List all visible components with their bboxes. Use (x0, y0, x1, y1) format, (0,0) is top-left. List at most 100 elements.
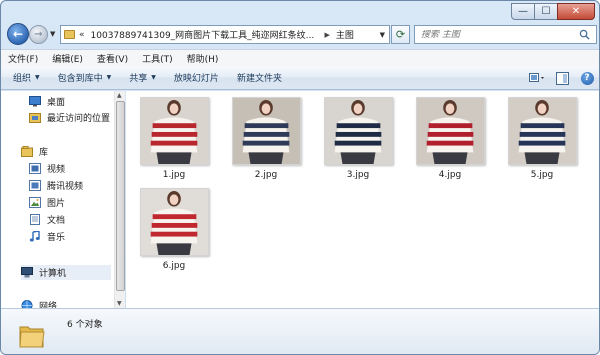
share-button[interactable]: 共享 ▼ (120, 71, 165, 84)
scroll-up-arrow-icon[interactable]: ▲ (117, 92, 122, 99)
command-bar: 组织 ▼ 包含到库中 ▼ 共享 ▼ 放映幻灯片 新建文件夹 ? (1, 66, 599, 90)
image-thumbnail (324, 97, 393, 165)
menu-help[interactable]: 帮助(H) (180, 52, 226, 65)
menu-tools[interactable]: 工具(T) (135, 52, 180, 65)
scrollbar-thumb[interactable] (116, 101, 125, 291)
nav-item-label: 音乐 (47, 233, 66, 243)
back-button[interactable]: ← (7, 23, 29, 45)
nav-item-label: 桌面 (47, 98, 66, 108)
organize-label: 组织 (13, 74, 32, 84)
nav-item-videos[interactable]: 视频 (29, 161, 65, 176)
help-button[interactable]: ? (579, 70, 595, 86)
file-item[interactable]: 3.jpg (322, 91, 394, 181)
nav-item-label: 计算机 (39, 269, 67, 279)
nav-item-documents[interactable]: 文档 (29, 212, 65, 227)
image-thumbnail (232, 97, 301, 165)
slideshow-button[interactable]: 放映幻灯片 (165, 71, 228, 84)
folder-icon (19, 326, 45, 348)
preview-pane-icon (555, 71, 569, 85)
desktop-icon (29, 96, 41, 107)
toolbar-right-group: ? (520, 70, 595, 86)
music-icon (29, 231, 40, 242)
chevron-down-icon: ▼ (35, 74, 40, 81)
navigation-scrollbar[interactable]: ▲ ▼ (114, 91, 125, 308)
recent-places-icon (29, 113, 41, 123)
nav-item-music[interactable]: 音乐 (29, 229, 65, 244)
nav-item-computer[interactable]: 计算机 (21, 265, 111, 280)
file-name: 2.jpg (254, 170, 278, 180)
image-thumbnail (508, 97, 577, 165)
window-controls: — ☐ ✕ (511, 3, 595, 20)
file-item[interactable]: 5.jpg (506, 91, 578, 181)
tencent-video-icon (29, 180, 41, 191)
slideshow-label: 放映幻灯片 (173, 74, 219, 84)
nav-item-label: 图片 (47, 199, 66, 209)
menu-edit[interactable]: 编辑(E) (45, 52, 90, 65)
file-item[interactable]: 6.jpg (138, 182, 210, 272)
menu-file[interactable]: 文件(F) (1, 52, 45, 65)
address-bar[interactable]: « 10037889741309_网商图片下载工具_纯迩网红条纹... ▶ 主图… (60, 25, 390, 44)
search-box[interactable] (414, 25, 597, 44)
nav-item-label: 文档 (47, 216, 66, 226)
close-button[interactable]: ✕ (557, 3, 595, 20)
details-pane: 6 个对象 (1, 308, 599, 354)
address-path-segment[interactable]: 10037889741309_网商图片下载工具_纯迩网红条纹... (91, 28, 321, 41)
image-thumbnail (416, 97, 485, 165)
nav-item-tencent-video[interactable]: 腾讯视频 (29, 178, 83, 193)
help-icon: ? (580, 71, 594, 85)
nav-item-libraries[interactable]: 库 (21, 144, 48, 159)
chevron-down-icon: ▼ (151, 74, 156, 81)
file-name: 5.jpg (530, 170, 554, 180)
preview-pane-button[interactable] (554, 70, 570, 86)
library-icon (21, 146, 33, 157)
file-name: 6.jpg (162, 261, 186, 271)
file-name: 4.jpg (438, 170, 462, 180)
file-item[interactable]: 2.jpg (230, 91, 302, 181)
forward-button[interactable]: → (29, 25, 48, 44)
nav-item-recent-places[interactable]: 最近访问的位置 (29, 110, 110, 125)
new-folder-label: 新建文件夹 (236, 74, 282, 84)
image-thumbnail (140, 97, 209, 165)
change-view-button[interactable] (529, 70, 545, 86)
arrow-right-icon: → (34, 29, 43, 40)
arrow-left-icon: ← (12, 27, 24, 41)
file-item[interactable]: 1.jpg (138, 91, 210, 181)
file-list: 1.jpg 2.jpg 3.jpg 4.jpg 5.jpg 6.jpg (126, 91, 599, 308)
address-history-dropdown[interactable]: ▼ (380, 31, 385, 39)
file-name: 3.jpg (346, 170, 370, 180)
nav-item-label: 库 (39, 148, 49, 158)
nav-item-network[interactable]: 网络 (21, 298, 57, 308)
address-separator-arrow[interactable]: ▶ (325, 31, 330, 39)
scroll-down-arrow-icon[interactable]: ▼ (117, 300, 122, 307)
documents-icon (30, 214, 40, 225)
organize-button[interactable]: 组织 ▼ (4, 71, 49, 84)
search-icon[interactable] (579, 29, 590, 40)
address-current-folder[interactable]: 主图 (336, 28, 354, 41)
file-item[interactable]: 4.jpg (414, 91, 486, 181)
refresh-button[interactable]: ⟳ (391, 25, 410, 44)
nav-item-desktop[interactable]: 桌面 (29, 94, 65, 109)
computer-icon (21, 267, 33, 278)
include-in-library-button[interactable]: 包含到库中 ▼ (49, 71, 121, 84)
nav-item-pictures[interactable]: 图片 (29, 195, 65, 210)
pictures-icon (29, 197, 41, 208)
video-icon (29, 163, 41, 174)
network-icon (21, 300, 33, 308)
search-input[interactable] (421, 29, 571, 40)
menu-view[interactable]: 查看(V) (90, 52, 135, 65)
folder-icon (64, 30, 75, 39)
refresh-icon: ⟳ (395, 28, 406, 41)
recent-pages-dropdown[interactable]: ▼ (50, 30, 55, 38)
file-name: 1.jpg (162, 170, 186, 180)
include-in-library-label: 包含到库中 (57, 74, 103, 84)
address-overflow-chevron[interactable]: « (79, 30, 85, 40)
new-folder-button[interactable]: 新建文件夹 (228, 71, 291, 84)
explorer-window: — ☐ ✕ ← → ▼ « 10037889741309_网商图片下载工具_纯迩… (0, 0, 600, 355)
title-bar: — ☐ ✕ ← → ▼ « 10037889741309_网商图片下载工具_纯迩… (1, 1, 599, 46)
maximize-button[interactable]: ☐ (534, 3, 558, 20)
share-label: 共享 (129, 74, 148, 84)
item-count: 6 个对象 (67, 320, 103, 330)
image-thumbnail (140, 188, 209, 256)
nav-item-label: 网络 (39, 302, 58, 308)
minimize-button[interactable]: — (511, 3, 535, 20)
